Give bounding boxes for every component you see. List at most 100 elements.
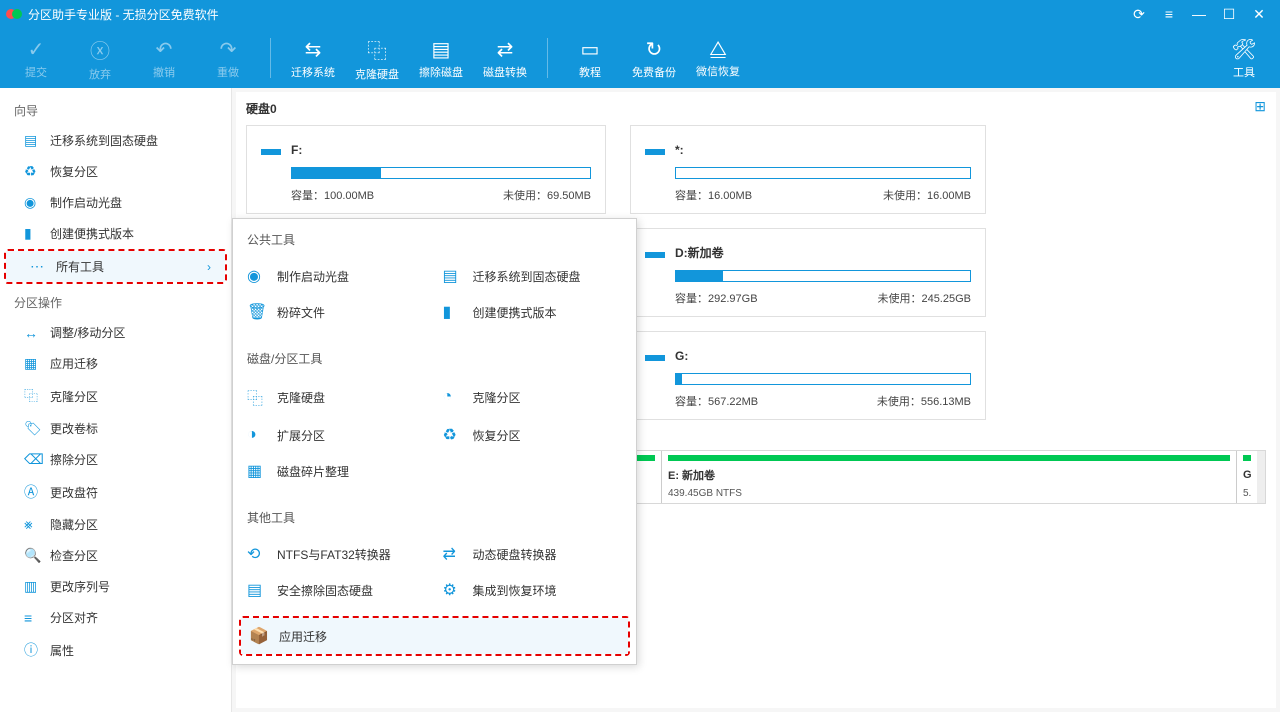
disk-convert-label: 磁盘转换 (483, 64, 527, 80)
sidebar-item-change-label[interactable]: 🏷更改卷标 (0, 413, 231, 444)
sidebar-label: 擦除分区 (50, 451, 98, 468)
erase-icon: ▤ (247, 580, 269, 600)
separator (547, 38, 548, 78)
wechat-recovery-button[interactable]: ⧋微信恢复 (686, 30, 750, 86)
book-icon: ▭ (581, 37, 600, 62)
sidebar-category-partition-ops: 分区操作 (0, 284, 231, 317)
toolbar: ✓提交 ⓧ放弃 ↶撤销 ↷重做 ⇆迁移系统 ⿻克隆硬盘 ▤擦除磁盘 ⇄磁盘转换 … (0, 28, 1280, 88)
maximize-button[interactable]: ☐ (1214, 6, 1244, 23)
partition-card-g[interactable]: ▬G: 容量：567.22MB未使用：556.13MB (630, 331, 986, 420)
discard-label: 放弃 (89, 66, 111, 82)
sidebar-item-change-letter[interactable]: Ⓐ更改盘符 (0, 475, 231, 509)
flyout-item-integrate-recovery[interactable]: ⚙集成到恢复环境 (435, 572, 631, 608)
sidebar-label: 制作启动光盘 (50, 194, 122, 211)
sidebar-item-clone-partition[interactable]: ⿻克隆分区 (0, 379, 231, 413)
wipe-disk-button[interactable]: ▤擦除磁盘 (409, 30, 473, 86)
usb-icon: ▮ (24, 225, 42, 242)
cd-icon: ◉ (247, 266, 269, 286)
flyout-item-clone-disk[interactable]: ⿻克隆硬盘 (239, 377, 435, 417)
flyout-item-defrag[interactable]: ▦磁盘碎片整理 (239, 453, 435, 489)
pie-icon: ◔ (443, 388, 465, 406)
gear-icon: ⚙ (443, 580, 465, 600)
sidebar-item-properties[interactable]: ⓘ属性 (0, 633, 231, 667)
sidebar-item-check-partition[interactable]: 🔍检查分区 (0, 540, 231, 571)
flyout-item-shred-file[interactable]: 🗑粉碎文件 (239, 294, 435, 330)
usage-bar (291, 167, 591, 179)
backup-icon: ↻ (646, 37, 663, 62)
sidebar-item-wipe-partition[interactable]: ⌫擦除分区 (0, 444, 231, 475)
tools-button[interactable]: 🛠工具 (1212, 30, 1276, 86)
partition-card-f[interactable]: ▬F: 容量：100.00MB未使用：69.50MB (246, 125, 606, 214)
resize-icon: ↔ (24, 325, 42, 341)
view-toggle-button[interactable]: ⊞ (1254, 98, 1266, 115)
chevron-right-icon: › (207, 260, 211, 274)
free-backup-button[interactable]: ↻ 免费备份 (622, 30, 686, 86)
disk-convert-button[interactable]: ⇄ 磁盘转换 (473, 30, 537, 86)
sidebar-item-resize-move[interactable]: ↔调整/移动分区 (0, 317, 231, 348)
extend-icon: ◑ (247, 426, 269, 444)
free-backup-label: 免费备份 (632, 64, 676, 80)
info-icon: ⓘ (24, 640, 42, 660)
all-tools-flyout: 公共工具 ◉制作启动光盘 ▤迁移系统到固态硬盘 🗑粉碎文件 ▮创建便携式版本 磁… (232, 218, 637, 665)
drive-icon: ▬ (645, 138, 665, 161)
serial-icon: ▥ (24, 578, 42, 595)
partition-name: G: (675, 349, 688, 363)
commit-label: 提交 (25, 64, 47, 80)
tag-icon: 🏷 (24, 420, 42, 437)
clone-disk-button[interactable]: ⿻克隆硬盘 (345, 30, 409, 86)
flyout-item-migrate-ssd[interactable]: ▤迁移系统到固态硬盘 (435, 258, 631, 294)
sidebar-item-make-boot-cd[interactable]: ◉ 制作启动光盘 (0, 187, 231, 218)
sidebar-item-partition-align[interactable]: ≡分区对齐 (0, 602, 231, 633)
tutorial-label: 教程 (579, 64, 601, 80)
refresh-button[interactable]: ⟳ (1124, 6, 1154, 23)
flyout-label: 应用迁移 (279, 628, 327, 645)
capacity-label: 容量：16.00MB (675, 187, 752, 203)
flyout-item-recover-partition[interactable]: ♻恢复分区 (435, 417, 631, 453)
discard-button[interactable]: ⓧ放弃 (68, 30, 132, 86)
capacity-label: 容量：567.22MB (675, 393, 758, 409)
undo-label: 撤销 (153, 64, 175, 80)
drive-icon: ▤ (24, 132, 42, 149)
convert-icon: ⇄ (497, 37, 514, 62)
usb-icon: ▮ (443, 302, 465, 322)
flyout-label: 安全擦除固态硬盘 (277, 582, 373, 599)
check-icon: 🔍 (24, 547, 42, 564)
flyout-item-app-migrate[interactable]: 📦应用迁移 (241, 618, 628, 654)
scrollbar[interactable] (1257, 451, 1265, 503)
sidebar-item-change-serial[interactable]: ▥ 更改序列号 (0, 571, 231, 602)
flyout-item-ntfs-fat32[interactable]: ⟲NTFS与FAT32转换器 (239, 536, 435, 572)
clone-disk-label: 克隆硬盘 (355, 66, 399, 82)
tutorial-button[interactable]: ▭ 教程 (558, 30, 622, 86)
redo-button[interactable]: ↷重做 (196, 30, 260, 86)
wipe-disk-label: 擦除磁盘 (419, 64, 463, 80)
sidebar-label: 克隆分区 (50, 388, 98, 405)
flyout-item-extend-partition[interactable]: ◑扩展分区 (239, 417, 435, 453)
sidebar-item-all-tools[interactable]: ⋯所有工具› (6, 251, 225, 282)
sidebar-item-migrate-ssd[interactable]: ▤迁移系统到固态硬盘 (0, 125, 231, 156)
title-bar: 分区助手专业版 - 无损分区免费软件 ⟳ ≡ — ☐ ✕ (0, 0, 1280, 28)
recover-icon: ♻ (24, 163, 42, 180)
flyout-item-clone-partition[interactable]: ◔克隆分区 (435, 377, 631, 417)
menu-button[interactable]: ≡ (1154, 6, 1184, 22)
sidebar-item-create-portable[interactable]: ▮创建便携式版本 (0, 218, 231, 249)
wechat-icon: ⧋ (709, 38, 727, 61)
sidebar-item-hide-partition[interactable]: ⨳隐藏分区 (0, 509, 231, 540)
commit-button[interactable]: ✓提交 (4, 30, 68, 86)
undo-button[interactable]: ↶撤销 (132, 30, 196, 86)
minimize-button[interactable]: — (1184, 6, 1214, 22)
sidebar-item-recover-partition[interactable]: ♻恢复分区 (0, 156, 231, 187)
close-button[interactable]: ✕ (1244, 6, 1274, 23)
sidebar-item-app-migrate[interactable]: ▦应用迁移 (0, 348, 231, 379)
partition-card-d[interactable]: ▬D:新加卷 容量：292.97GB未使用：245.25GB (630, 228, 986, 317)
flyout-item-make-boot-cd[interactable]: ◉制作启动光盘 (239, 258, 435, 294)
migrate-os-button[interactable]: ⇆迁移系统 (281, 30, 345, 86)
capacity-label: 容量：100.00MB (291, 187, 374, 203)
cd-icon: ◉ (24, 194, 42, 211)
flyout-item-create-portable[interactable]: ▮创建便携式版本 (435, 294, 631, 330)
flyout-item-dynamic-converter[interactable]: ⇄动态硬盘转换器 (435, 536, 631, 572)
partition-card-star[interactable]: ▬*: 容量：16.00MB未使用：16.00MB (630, 125, 986, 214)
sidebar-label: 更改序列号 (50, 578, 110, 595)
flyout-item-secure-erase-ssd[interactable]: ▤ 安全擦除固态硬盘 (239, 572, 435, 608)
redo-icon: ↷ (220, 37, 237, 62)
tools-icon: ⋯ (30, 258, 48, 275)
